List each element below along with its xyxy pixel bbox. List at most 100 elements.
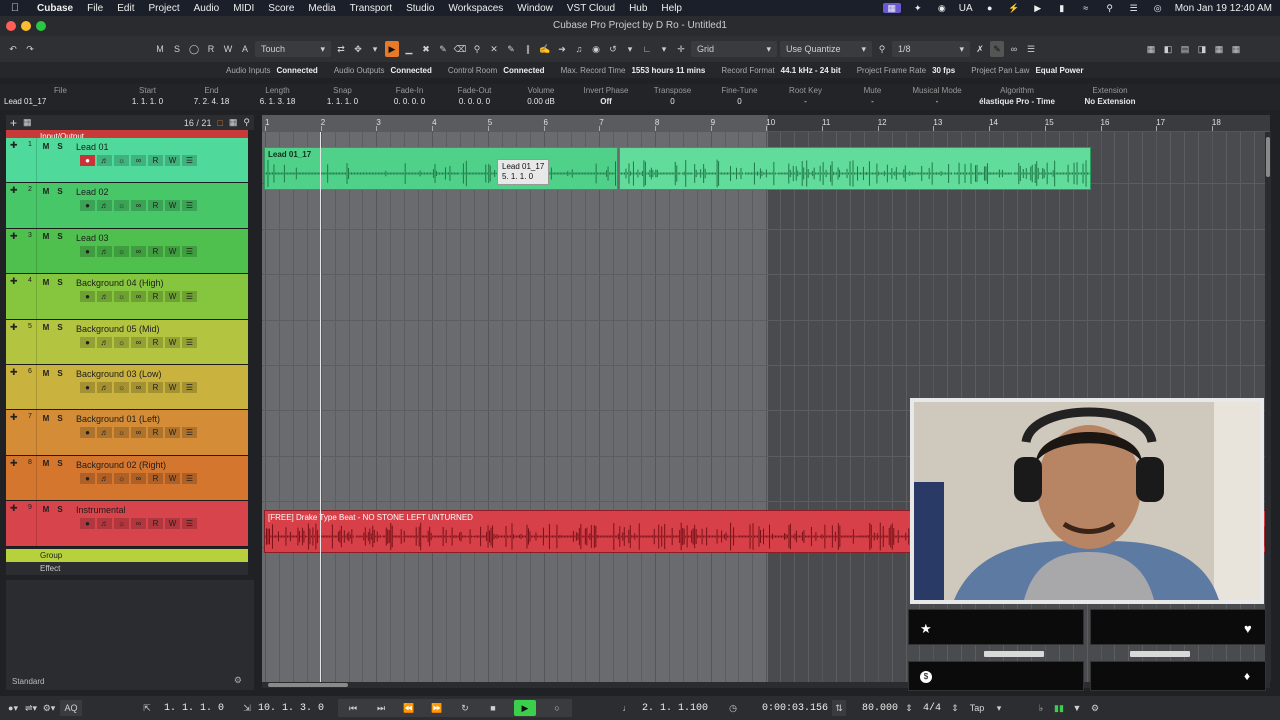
left-locator-value[interactable]: 1. 1. 1. 0 xyxy=(158,703,224,714)
automation-mode-dropdown[interactable]: Touch ▾ xyxy=(255,41,331,57)
listen-icon[interactable]: ◯ xyxy=(187,41,201,57)
write-automation-button[interactable]: W xyxy=(165,291,180,303)
timeline-ruler[interactable]: 1 2 3 4 5 6 7 8 9 10 11 12 13 14 15 16 17 18 xyxy=(262,115,1270,132)
track-solo-button[interactable]: S xyxy=(54,504,66,514)
record-mode-icon[interactable]: ●▾ xyxy=(6,700,20,716)
write-automation-button[interactable]: W xyxy=(165,427,180,439)
track-mute-button[interactable]: M xyxy=(40,232,52,242)
lock-icon[interactable]: ☼ xyxy=(114,291,129,303)
track-name[interactable]: Background 02 (Right) xyxy=(76,460,166,470)
menu-file[interactable]: File xyxy=(80,3,110,14)
lock-icon[interactable]: ☼ xyxy=(114,155,129,166)
track-row[interactable]: ✚ 3 M S Lead 03 ● ♬ ☼ ∞ R W ☰ xyxy=(6,228,248,275)
record-enable-icon[interactable]: ● xyxy=(80,472,95,484)
go-to-start-icon[interactable]: ⏮ xyxy=(346,700,360,716)
secondary-time-display[interactable]: 0:00:03.156 xyxy=(744,703,828,714)
tempo-track-icon[interactable]: ⇅ xyxy=(832,700,846,716)
read-automation-button[interactable]: R xyxy=(148,291,163,303)
audio-event-lead-01-17[interactable]: Lead 01_17 xyxy=(264,147,618,190)
track-menu-icon[interactable]: ☰ xyxy=(182,336,197,348)
vertical-scrollbar[interactable] xyxy=(1265,132,1271,682)
track-name[interactable]: Background 05 (Mid) xyxy=(76,324,160,334)
track-row[interactable]: ✚ 4 M S Background 04 (High) ● ♬ ☼ ∞ R W ☰ xyxy=(6,274,248,320)
info-musical-mode[interactable]: Musical Mode - xyxy=(905,86,969,106)
chevron-down-icon[interactable]: ▾ xyxy=(368,41,382,57)
track-mute-button[interactable]: M xyxy=(40,186,52,196)
recorder-icon[interactable]: ◉ xyxy=(935,3,949,13)
folder-effect[interactable]: Effect xyxy=(6,561,248,575)
wifi-icon[interactable]: ≈ xyxy=(1079,3,1093,13)
monitor-icon[interactable]: ♬ xyxy=(97,472,112,484)
track-expand-icon[interactable]: ✚ xyxy=(10,231,18,242)
monitor-icon[interactable]: ♬ xyxy=(97,155,112,166)
track-mute-button[interactable]: M xyxy=(40,459,52,469)
global-mute-button[interactable]: M xyxy=(153,41,167,57)
track-mute-button[interactable]: M xyxy=(40,277,52,287)
input-language[interactable]: UA xyxy=(959,3,973,14)
record-enable-icon[interactable]: ● xyxy=(80,200,95,212)
link-icon[interactable]: ∞ xyxy=(131,155,146,166)
track-name[interactable]: Lead 03 xyxy=(76,233,109,243)
line-tool[interactable]: ➜ xyxy=(555,41,569,57)
track-name[interactable]: Background 03 (Low) xyxy=(76,369,162,379)
play-icon[interactable]: ▶ xyxy=(514,700,536,716)
track-mute-button[interactable]: M xyxy=(40,368,52,378)
link-icon[interactable]: ∞ xyxy=(131,291,146,303)
draw-tool[interactable]: ✍ xyxy=(538,41,552,57)
lock-icon[interactable]: ☼ xyxy=(114,336,129,348)
track-menu-icon[interactable]: ☰ xyxy=(182,518,197,530)
nudge-icon[interactable]: ↺ xyxy=(606,41,620,57)
track-solo-button[interactable]: S xyxy=(54,368,66,378)
signature-stepper-icon[interactable]: ⇕ xyxy=(948,700,962,716)
info-root-key[interactable]: Root Key - xyxy=(778,86,833,106)
read-automation-button[interactable]: R xyxy=(148,472,163,484)
punch-icon[interactable]: ⇌▾ xyxy=(24,700,38,716)
track-expand-icon[interactable]: ✚ xyxy=(10,322,18,333)
menu-vst-cloud[interactable]: VST Cloud xyxy=(560,3,622,14)
siri-icon[interactable]: ◎ xyxy=(1151,3,1165,13)
track-row[interactable]: ✚ 1 M S Lead 01 ● ♬ ☼ ∞ R W ☰ xyxy=(6,138,248,184)
snap-point-icon[interactable]: ∟ xyxy=(640,41,654,57)
write-automation-button[interactable]: W xyxy=(165,336,180,348)
global-read-button[interactable]: R xyxy=(204,41,218,57)
secondary-time-format-icon[interactable]: ◷ xyxy=(726,700,740,716)
menu-cubase[interactable]: Cubase xyxy=(30,3,80,14)
track-menu-icon[interactable]: ☰ xyxy=(182,245,197,257)
selection-range-icon[interactable]: ✥ xyxy=(351,41,365,57)
menu-midi[interactable]: MIDI xyxy=(226,3,261,14)
track-name[interactable]: Lead 02 xyxy=(76,187,109,197)
menu-audio[interactable]: Audio xyxy=(187,3,227,14)
track-search-icon[interactable]: ⚲ xyxy=(243,117,250,128)
link-icon[interactable]: ∞ xyxy=(131,382,146,393)
tempo-value[interactable]: 80.000 xyxy=(850,703,898,714)
info-end[interactable]: End 7. 2. 4. 18 xyxy=(184,86,239,106)
info-extension[interactable]: Extension No Extension xyxy=(1070,86,1150,106)
read-automation-button[interactable]: R xyxy=(148,336,163,348)
menu-workspaces[interactable]: Workspaces xyxy=(441,3,510,14)
input-meter-icon[interactable]: ▮▮ xyxy=(1052,700,1066,716)
search-icon[interactable]: ⚲ xyxy=(1103,3,1117,13)
record-icon[interactable]: ○ xyxy=(550,700,564,716)
menu-transport[interactable]: Transport xyxy=(343,3,399,14)
track-menu-icon[interactable]: ☰ xyxy=(182,155,197,166)
info-file[interactable]: File Lead 01_17 xyxy=(4,86,104,106)
track-mute-button[interactable]: M xyxy=(40,323,52,333)
link-icon[interactable]: ∞ xyxy=(131,427,146,439)
track-solo-button[interactable]: S xyxy=(54,413,66,423)
read-automation-button[interactable]: R xyxy=(148,200,163,212)
track-expand-icon[interactable]: ✚ xyxy=(10,503,18,514)
project-cursor[interactable] xyxy=(320,132,321,682)
write-automation-button[interactable]: W xyxy=(165,155,180,166)
setup-window-icon[interactable]: ▦ xyxy=(1229,41,1243,57)
info-fade-in[interactable]: Fade-In 0. 0. 0. 0 xyxy=(382,86,437,106)
track-settings-icon[interactable]: ⚙ xyxy=(234,675,242,686)
play-tool[interactable]: ♫ xyxy=(572,41,586,57)
menu-edit[interactable]: Edit xyxy=(110,3,141,14)
scroll-thumb[interactable] xyxy=(268,683,348,687)
control-center-icon[interactable]: ☰ xyxy=(1127,3,1141,13)
track-mute-button[interactable]: M xyxy=(40,504,52,514)
bolt-icon[interactable]: ⚡ xyxy=(1007,3,1021,13)
quantize-icon[interactable]: ⚲ xyxy=(875,41,889,57)
snap-toggle-icon[interactable]: ✛ xyxy=(674,41,688,57)
auto-quantize-button[interactable]: AQ xyxy=(60,700,82,716)
